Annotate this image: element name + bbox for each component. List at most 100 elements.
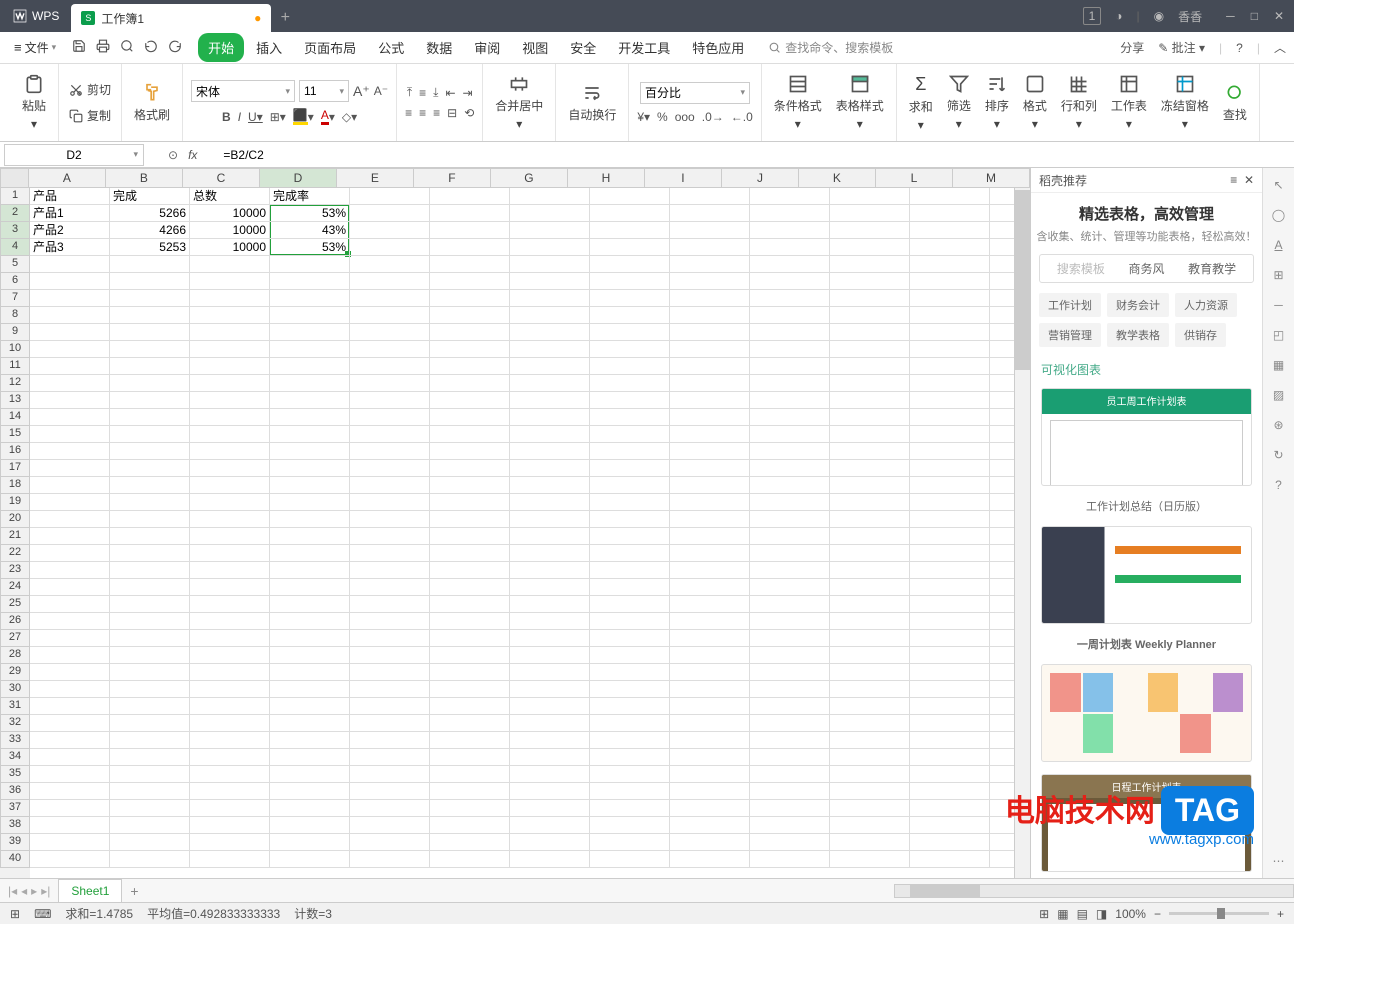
underline-icon[interactable]: U▾ <box>248 108 263 125</box>
cell[interactable] <box>910 630 990 647</box>
cell[interactable] <box>270 392 350 409</box>
cell[interactable] <box>430 409 510 426</box>
cell[interactable] <box>190 817 270 834</box>
cell[interactable] <box>670 681 750 698</box>
column-header[interactable]: A <box>29 168 106 188</box>
row-header[interactable]: 28 <box>0 647 30 664</box>
cell[interactable] <box>910 290 990 307</box>
cell[interactable] <box>110 749 190 766</box>
cell[interactable] <box>110 460 190 477</box>
cell[interactable] <box>190 715 270 732</box>
main-tab-5[interactable]: 审阅 <box>464 33 510 62</box>
cell[interactable] <box>350 766 430 783</box>
cell[interactable] <box>30 358 110 375</box>
close-icon[interactable]: ✕ <box>1274 9 1284 23</box>
cell[interactable] <box>590 732 670 749</box>
cell[interactable] <box>510 256 590 273</box>
cell[interactable] <box>590 630 670 647</box>
sheet-nav-prev-icon[interactable]: ◂ <box>21 884 27 898</box>
cell[interactable] <box>910 324 990 341</box>
cell[interactable] <box>270 732 350 749</box>
cell[interactable] <box>670 749 750 766</box>
formula-bar[interactable]: =B2/C2 <box>217 148 1294 162</box>
template-card[interactable] <box>1041 526 1252 624</box>
cell[interactable] <box>430 205 510 222</box>
cell[interactable] <box>510 273 590 290</box>
cell[interactable] <box>510 494 590 511</box>
sheet-nav-first-icon[interactable]: |◂ <box>8 884 17 898</box>
cell[interactable] <box>750 562 830 579</box>
cell[interactable] <box>590 545 670 562</box>
panel-tab[interactable]: 搜索模板 <box>1048 255 1114 282</box>
cursor-icon[interactable]: ↖ <box>1273 178 1283 192</box>
cell[interactable] <box>110 324 190 341</box>
cell[interactable] <box>590 375 670 392</box>
cell[interactable] <box>510 562 590 579</box>
row-header[interactable]: 3 <box>0 222 30 239</box>
main-tab-8[interactable]: 开发工具 <box>608 33 680 62</box>
panel-tab[interactable]: 商务风 <box>1114 255 1180 282</box>
cell[interactable] <box>910 222 990 239</box>
cell[interactable] <box>110 256 190 273</box>
cell[interactable] <box>830 443 910 460</box>
cell[interactable] <box>910 579 990 596</box>
cell[interactable] <box>590 290 670 307</box>
cell[interactable] <box>590 749 670 766</box>
cell[interactable] <box>350 800 430 817</box>
cell[interactable] <box>190 545 270 562</box>
cell[interactable] <box>830 681 910 698</box>
cell[interactable] <box>750 188 830 205</box>
cell[interactable] <box>190 426 270 443</box>
cell[interactable] <box>510 681 590 698</box>
cell[interactable] <box>430 715 510 732</box>
row-header[interactable]: 37 <box>0 800 30 817</box>
cell[interactable] <box>30 647 110 664</box>
cell[interactable] <box>430 392 510 409</box>
cell[interactable] <box>590 817 670 834</box>
column-header[interactable]: G <box>491 168 568 188</box>
cell[interactable] <box>670 732 750 749</box>
cell[interactable] <box>670 392 750 409</box>
row-header[interactable]: 30 <box>0 681 30 698</box>
cell[interactable] <box>590 528 670 545</box>
cell[interactable] <box>830 613 910 630</box>
filter-button[interactable]: 筛选▾ <box>943 72 975 133</box>
cell[interactable] <box>430 222 510 239</box>
cell[interactable] <box>190 494 270 511</box>
vertical-scrollbar[interactable] <box>1014 188 1030 878</box>
cell[interactable] <box>190 511 270 528</box>
cell[interactable] <box>830 800 910 817</box>
name-box[interactable]: D2 <box>4 144 144 166</box>
row-header[interactable]: 12 <box>0 375 30 392</box>
cell[interactable] <box>670 783 750 800</box>
cell[interactable] <box>30 477 110 494</box>
cell[interactable] <box>350 715 430 732</box>
cell[interactable] <box>590 562 670 579</box>
cell[interactable] <box>30 256 110 273</box>
cell[interactable] <box>750 681 830 698</box>
cell[interactable] <box>590 494 670 511</box>
cell[interactable] <box>750 341 830 358</box>
cell[interactable] <box>830 766 910 783</box>
cell[interactable] <box>670 358 750 375</box>
cell[interactable] <box>670 545 750 562</box>
cell[interactable] <box>590 409 670 426</box>
percent-icon[interactable]: % <box>657 110 668 124</box>
cell[interactable] <box>430 256 510 273</box>
cell[interactable] <box>830 392 910 409</box>
cell[interactable] <box>590 256 670 273</box>
cell[interactable]: 产品2 <box>30 222 110 239</box>
main-tab-3[interactable]: 公式 <box>368 33 414 62</box>
cell[interactable] <box>430 596 510 613</box>
cell[interactable] <box>30 409 110 426</box>
cell[interactable] <box>590 273 670 290</box>
cell[interactable] <box>270 511 350 528</box>
cell[interactable] <box>430 426 510 443</box>
cell[interactable] <box>830 460 910 477</box>
cell[interactable] <box>350 443 430 460</box>
cell[interactable] <box>270 443 350 460</box>
cell[interactable] <box>30 562 110 579</box>
text-icon[interactable]: A <box>1274 238 1282 252</box>
cell[interactable] <box>590 443 670 460</box>
category-chip[interactable]: 供销存 <box>1175 323 1226 347</box>
